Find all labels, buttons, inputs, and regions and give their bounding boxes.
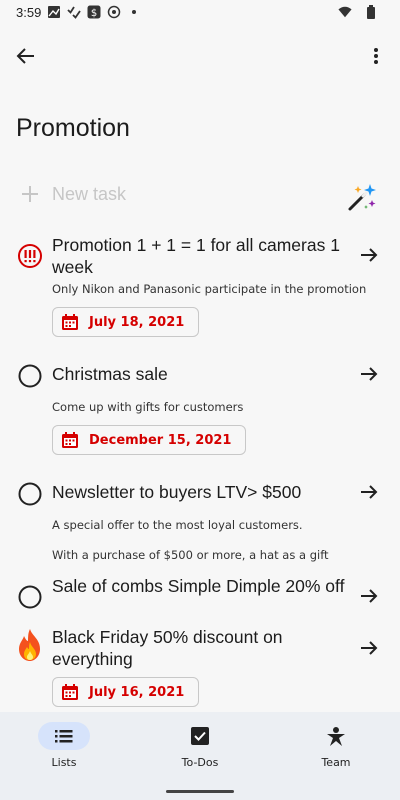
- arrow-forward-icon: [361, 248, 378, 262]
- more-options-button[interactable]: [366, 42, 386, 70]
- nav-lists-indicator: [38, 722, 90, 750]
- arrow-back-icon: [16, 48, 34, 64]
- task-title: Black Friday 50% discount on everything: [52, 627, 283, 669]
- date-chip[interactable]: December 15, 2021: [52, 425, 247, 455]
- task-title: Sale of combs Simple Dimple 20% off: [52, 576, 345, 596]
- svg-text:$: $: [91, 8, 97, 19]
- date-chip[interactable]: July 18, 2021: [52, 307, 200, 337]
- date-chip-label: July 16, 2021: [89, 684, 185, 700]
- arrow-forward-icon: [361, 367, 378, 381]
- target-icon: [107, 5, 121, 19]
- tasks-check-icon: [67, 5, 82, 19]
- page-title: Promotion: [16, 114, 130, 142]
- date-chip-label: December 15, 2021: [89, 432, 232, 448]
- new-task-input[interactable]: New task: [52, 184, 126, 205]
- task-note: Only Nikon and Panasonic participate in …: [52, 282, 367, 296]
- checkbox-icon: [191, 727, 209, 745]
- nav-team-indicator: [310, 722, 362, 750]
- circle-checkbox-icon[interactable]: [16, 480, 44, 508]
- open-task-button[interactable]: [358, 244, 380, 266]
- calendar-icon: [62, 432, 78, 448]
- task-title: Promotion 1 + 1 = 1 for all cameras 1 we…: [52, 235, 340, 277]
- notification-dot-icon: [127, 5, 141, 19]
- open-task-button[interactable]: [358, 637, 380, 659]
- open-task-button[interactable]: [358, 481, 380, 503]
- magic-wand-button[interactable]: [346, 181, 378, 213]
- nav-team-label: Team: [321, 756, 351, 769]
- more-vert-icon: [374, 48, 378, 64]
- task-note: With a purchase of $500 or more, a hat a…: [52, 548, 329, 562]
- dollar-app-icon: $: [87, 5, 101, 19]
- status-time: 3:59: [16, 4, 42, 20]
- arrow-forward-icon: [361, 485, 378, 499]
- nav-team[interactable]: Team: [276, 722, 396, 782]
- priority-exclamation-icon[interactable]: [16, 242, 44, 270]
- calendar-icon: [62, 684, 78, 700]
- circle-checkbox-icon[interactable]: [16, 583, 44, 611]
- arrow-forward-icon: [361, 641, 378, 655]
- nav-todos[interactable]: To-Dos: [140, 722, 260, 782]
- arrow-forward-icon: [361, 589, 378, 603]
- new-task-row[interactable]: New task: [0, 176, 400, 216]
- app-bar: [0, 34, 400, 78]
- magic-wand-icon: [348, 184, 376, 211]
- circle-checkbox-icon[interactable]: [16, 362, 44, 390]
- fire-icon[interactable]: [16, 629, 44, 661]
- battery-icon: [364, 5, 378, 19]
- task-title: Christmas sale: [52, 364, 168, 384]
- open-task-button[interactable]: [358, 585, 380, 607]
- wifi-icon: [338, 5, 352, 19]
- list-icon: [55, 730, 73, 743]
- nav-todos-indicator: [174, 722, 226, 750]
- task-note: A special offer to the most loyal custom…: [52, 518, 303, 532]
- bottom-navigation: Lists To-Dos Team: [0, 712, 400, 800]
- plus-icon: [22, 186, 38, 202]
- team-star-icon: [327, 727, 345, 746]
- nav-lists[interactable]: Lists: [4, 722, 124, 782]
- date-chip-label: July 18, 2021: [89, 314, 185, 330]
- open-task-button[interactable]: [358, 363, 380, 385]
- nav-todos-label: To-Dos: [181, 756, 219, 769]
- task-note: Come up with gifts for customers: [52, 400, 244, 414]
- status-bar: 3:59 $: [0, 0, 400, 24]
- calendar-icon: [62, 314, 78, 330]
- date-chip[interactable]: July 16, 2021: [52, 677, 200, 707]
- photos-icon: [47, 5, 61, 19]
- back-button[interactable]: [12, 42, 40, 70]
- home-indicator[interactable]: [166, 790, 234, 793]
- nav-lists-label: Lists: [51, 756, 77, 769]
- task-title: Newsletter to buyers LTV> $500: [52, 482, 302, 502]
